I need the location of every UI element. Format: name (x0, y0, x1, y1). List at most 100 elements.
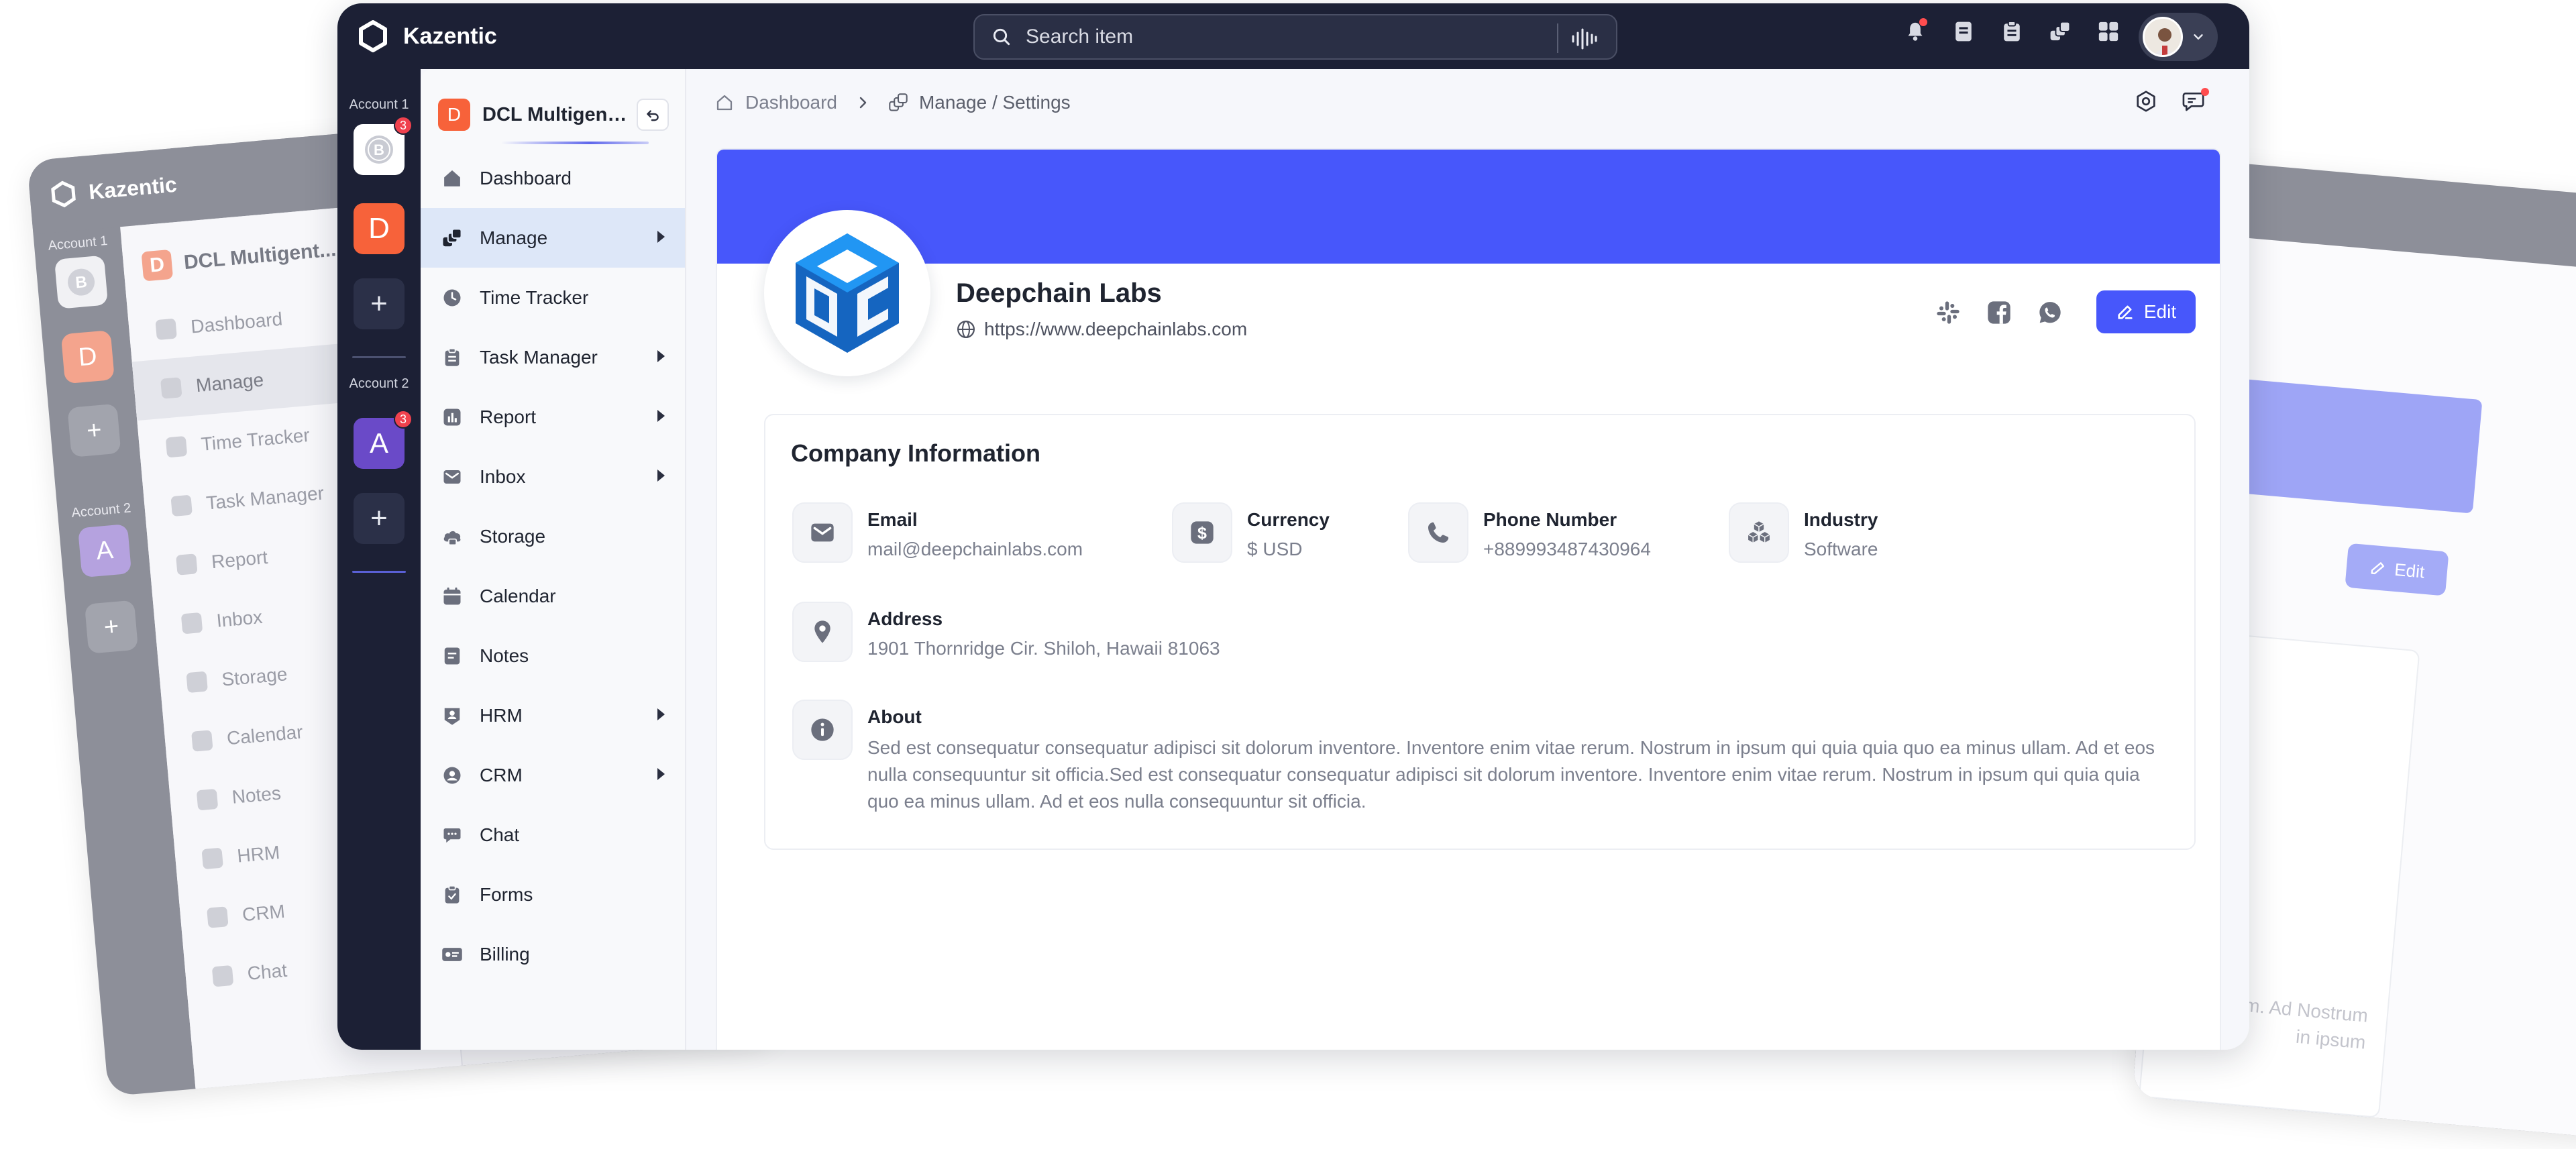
about-icon-box (792, 700, 853, 760)
company-profile: Deepchain Labs https://www.deepchainlabs… (716, 148, 2221, 1050)
brand[interactable]: Kazentic (358, 19, 497, 53)
sidebar-item-dashboard[interactable]: Dashboard (421, 148, 685, 208)
account-2-letter: A (369, 427, 388, 459)
address-value: 1901 Thornridge Cir. Shiloh, Hawaii 8106… (867, 638, 1220, 659)
bg-left-account-2-tile: A (78, 524, 132, 578)
phone-value: +889993487430964 (1483, 539, 1651, 559)
bg-nav-label: CRM (241, 900, 286, 926)
sidebar-item-billing[interactable]: Billing (421, 924, 685, 984)
bg-calendar-icon (191, 730, 213, 752)
sidebar-item-inbox[interactable]: Inbox (421, 447, 685, 506)
breadcrumb-home-link[interactable]: Dashboard (745, 92, 837, 113)
account-2-tile[interactable]: A 3 (354, 410, 413, 469)
report-icon (441, 406, 464, 429)
facebook-link[interactable] (1984, 297, 2015, 328)
chevron-right-icon (859, 97, 867, 109)
voice-search-icon[interactable] (1570, 28, 1597, 50)
bg-nav-label: Calendar (225, 721, 304, 749)
address-label: Address (867, 608, 943, 629)
sidebar-item-chat[interactable]: Chat (421, 805, 685, 865)
industry-value: Software (1804, 539, 1878, 559)
company-info-title: Company Information (791, 439, 1041, 467)
bg-manage-icon (160, 377, 182, 399)
add-workspace-button[interactable]: + (354, 278, 405, 329)
workspace-back-button[interactable] (637, 99, 669, 131)
sidebar-item-time-tracker[interactable]: Time Tracker (421, 268, 685, 327)
sidebar-item-label: Forms (480, 883, 533, 905)
bg-nav-label: Dashboard (190, 308, 284, 337)
search-bar[interactable] (973, 14, 1617, 60)
industry-label: Industry (1804, 509, 1878, 530)
account-rail: Account 1 B 3 D + Account 2 A 3 + (337, 69, 421, 1050)
industry-field: Industry Software (1729, 502, 1878, 563)
sidebar-item-storage[interactable]: Storage (421, 506, 685, 566)
undo-icon (647, 110, 659, 121)
bg-left-workspace-logo: D (141, 249, 174, 282)
messages-button[interactable] (2180, 87, 2209, 116)
company-logo (764, 210, 930, 376)
breadcrumb-current: Manage / Settings (918, 92, 1071, 113)
bg-left-account-1-tile: B (54, 255, 109, 309)
caret-right-icon (657, 470, 665, 482)
apps-button[interactable] (2094, 17, 2123, 46)
sidebar-item-label: Report (480, 406, 537, 427)
sidebar-item-hrm[interactable]: HRM (421, 686, 685, 745)
bg-right-edit-label: Edit (2394, 559, 2426, 582)
bg-nav-label: Notes (231, 782, 282, 808)
about-field: About Sed est consequatur consequatur ad… (792, 700, 2155, 815)
slack-icon (1937, 301, 1960, 324)
whatsapp-link[interactable] (2035, 297, 2065, 328)
manage-outline-icon (889, 93, 908, 111)
collection-button[interactable] (2045, 17, 2075, 46)
clock-icon (441, 286, 464, 309)
email-label: Email (867, 509, 918, 530)
svg-text:$: $ (1197, 524, 1207, 543)
sidebar-item-manage[interactable]: Manage (421, 208, 685, 268)
bg-left-account-2-label: Account 2 (70, 500, 132, 521)
account-2-badge: 3 (394, 410, 413, 429)
mail-icon (811, 523, 834, 542)
notification-button[interactable] (1900, 17, 1930, 46)
bg-left-workspace-name: DCL Multigent... (182, 238, 337, 274)
bg-crm-icon (207, 906, 229, 928)
bg-left-workspace-tile: D (60, 330, 115, 384)
documents-button[interactable] (1949, 17, 1978, 46)
bg-nav-label: Time Tracker (200, 424, 311, 455)
document-icon (1955, 21, 1972, 42)
user-menu[interactable] (2139, 13, 2218, 61)
industry-icon-box (1729, 502, 1789, 563)
account-1-badge: 3 (394, 116, 413, 135)
account-1-tile[interactable]: B 3 (354, 116, 413, 175)
bg-left-account-label: Account 1 (47, 233, 109, 254)
deepchain-logo-icon (796, 233, 899, 353)
currency-label: Currency (1247, 509, 1330, 530)
rail-divider-accent (352, 571, 406, 573)
bitcoin-icon: B (365, 135, 393, 164)
sidebar-item-forms[interactable]: Forms (421, 865, 685, 924)
caret-right-icon (657, 410, 665, 422)
cubes-icon (1746, 520, 1772, 544)
email-value: mail@deepchainlabs.com (867, 539, 1083, 559)
sidebar-item-label: CRM (480, 764, 523, 785)
sidebar-item-notes[interactable]: Notes (421, 626, 685, 686)
sidebar-item-crm[interactable]: CRM (421, 745, 685, 805)
sidebar-item-task-manager[interactable]: Task Manager (421, 327, 685, 387)
bg-nav-label: Task Manager (205, 482, 325, 514)
workspace-tile[interactable]: D (354, 203, 405, 254)
info-icon (811, 718, 834, 741)
location-pin-icon (814, 620, 830, 643)
edit-button[interactable]: Edit (2096, 290, 2196, 333)
search-input[interactable] (1024, 25, 1548, 49)
workspace-header[interactable]: D DCL Multigent... (438, 95, 669, 135)
sidebar-item-label: Dashboard (480, 167, 572, 188)
sidebar-item-report[interactable]: Report (421, 387, 685, 447)
company-url-text: https://www.deepchainlabs.com (984, 319, 1248, 339)
settings-button[interactable] (2131, 87, 2161, 116)
tasks-button[interactable] (1997, 17, 2027, 46)
svg-text:B: B (374, 142, 384, 158)
add-account-button[interactable]: + (354, 493, 405, 544)
slack-link[interactable] (1933, 297, 1964, 328)
globe-icon (957, 321, 975, 338)
sidebar-item-calendar[interactable]: Calendar (421, 566, 685, 626)
company-website[interactable]: https://www.deepchainlabs.com (956, 319, 1247, 340)
